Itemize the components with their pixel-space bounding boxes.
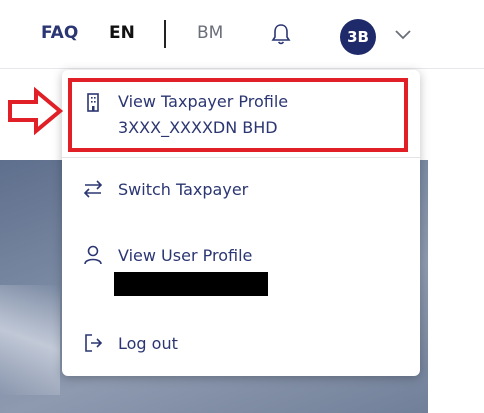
arrow-right-icon bbox=[8, 86, 64, 136]
faq-link[interactable]: FAQ bbox=[41, 22, 78, 44]
menu-divider bbox=[62, 157, 420, 158]
user-icon bbox=[84, 245, 102, 265]
view-user-profile-label: View User Profile bbox=[118, 246, 253, 265]
language-separator bbox=[164, 20, 166, 48]
background-right-panel bbox=[428, 160, 484, 413]
menu-item-logout[interactable]: Log out bbox=[62, 326, 420, 366]
top-navigation-bar: FAQ EN BM 3B bbox=[0, 0, 484, 69]
user-avatar[interactable]: 3B bbox=[340, 19, 376, 55]
menu-item-switch-taxpayer[interactable]: Switch Taxpayer bbox=[62, 170, 420, 210]
logout-icon bbox=[85, 334, 103, 352]
bell-icon[interactable] bbox=[270, 22, 292, 46]
language-en-button[interactable]: EN bbox=[109, 22, 135, 44]
switch-arrows-icon bbox=[83, 180, 103, 198]
redacted-user-name bbox=[114, 272, 268, 296]
switch-taxpayer-label: Switch Taxpayer bbox=[118, 180, 249, 199]
language-bm-button[interactable]: BM bbox=[197, 22, 223, 44]
logout-label: Log out bbox=[118, 334, 178, 353]
background-light-streak bbox=[0, 285, 60, 395]
chevron-down-icon[interactable] bbox=[394, 28, 412, 40]
highlight-box bbox=[68, 78, 408, 152]
